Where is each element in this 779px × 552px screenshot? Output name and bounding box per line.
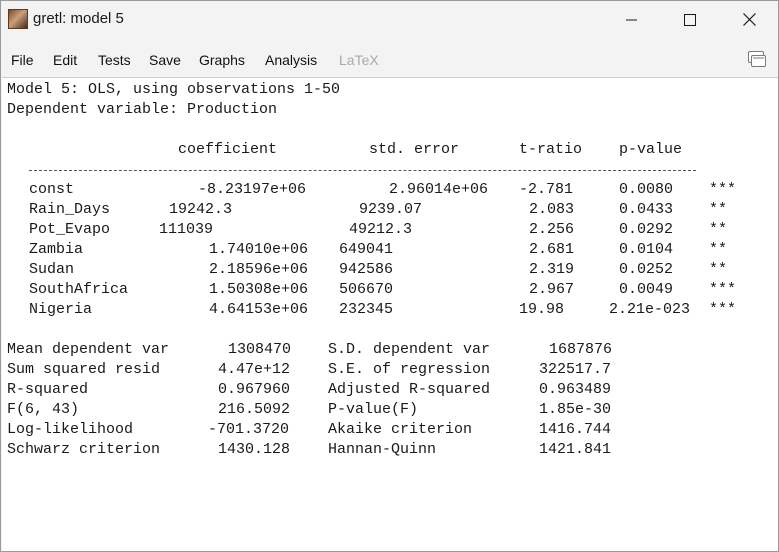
menu-save[interactable]: Save <box>149 52 181 68</box>
stat-value: 216.5092 <box>218 401 291 418</box>
coef-value: 2.18596e+06 <box>209 261 309 278</box>
stat-value: 0.963489 <box>539 381 612 398</box>
p-value: 0.0080 <box>619 181 674 198</box>
stat-label: F(6, 43) <box>7 401 80 418</box>
minimize-icon <box>626 19 637 20</box>
se-value: 9239.07 <box>359 201 423 218</box>
stat-label: Schwarz criterion <box>7 441 161 458</box>
stat-label: Adjusted R-squared <box>328 381 491 398</box>
t-value: 2.967 <box>529 281 575 298</box>
stat-value: 1308470 <box>228 341 292 358</box>
column-std-error: std. error <box>369 141 460 158</box>
se-value: 942586 <box>339 261 394 278</box>
coef-value: 1.50308e+06 <box>209 281 309 298</box>
stat-label: Mean dependent var <box>7 341 170 358</box>
menu-latex: LaTeX <box>339 52 379 68</box>
menu-graphs[interactable]: Graphs <box>199 52 245 68</box>
maximize-icon <box>684 13 696 26</box>
signif-stars: *** <box>709 181 737 198</box>
stat-value: 4.47e+12 <box>218 361 291 378</box>
stat-value: 0.967960 <box>218 381 291 398</box>
t-value: 2.319 <box>529 261 575 278</box>
stat-label: Hannan-Quinn <box>328 441 437 458</box>
t-value: 2.083 <box>529 201 575 218</box>
stat-value: 1.85e-30 <box>539 401 612 418</box>
var-name: Sudan <box>29 261 75 278</box>
se-value: 2.96014e+06 <box>389 181 489 198</box>
table-divider <box>29 170 696 171</box>
se-value: 506670 <box>339 281 394 298</box>
model-output[interactable]: Model 5: OLS, using observations 1-50 De… <box>2 77 778 551</box>
t-value: 2.681 <box>529 241 575 258</box>
close-icon <box>742 13 756 26</box>
stat-value: -701.3720 <box>208 421 290 438</box>
t-value: 2.256 <box>529 221 575 238</box>
var-name: SouthAfrica <box>29 281 129 298</box>
stat-label: R-squared <box>7 381 89 398</box>
column-p-value: p-value <box>619 141 683 158</box>
stat-label: S.E. of regression <box>328 361 491 378</box>
stat-value: 322517.7 <box>539 361 612 378</box>
t-value: -2.781 <box>519 181 574 198</box>
var-name: Nigeria <box>29 301 93 318</box>
var-name: Zambia <box>29 241 84 258</box>
p-value: 0.0104 <box>619 241 674 258</box>
var-name: Rain_Days <box>29 201 111 218</box>
signif-stars: ** <box>709 261 728 278</box>
stat-value: 1687876 <box>549 341 613 358</box>
se-value: 49212.3 <box>349 221 413 238</box>
signif-stars: ** <box>709 241 728 258</box>
gretl-app-icon <box>8 9 28 29</box>
column-coefficient: coefficient <box>178 141 278 158</box>
stat-label: Akaike criterion <box>328 421 473 438</box>
p-value: 0.0433 <box>619 201 674 218</box>
coef-value: 111039 <box>159 221 214 238</box>
p-value: 2.21e-023 <box>609 301 691 318</box>
model-window: gretl: model 5 File Edit Tests Save Grap… <box>0 0 779 552</box>
menu-bar: File Edit Tests Save Graphs Analysis LaT… <box>1 45 778 75</box>
copy-windows-icon[interactable] <box>747 50 767 68</box>
signif-stars: ** <box>709 221 728 238</box>
stat-label: Sum squared resid <box>7 361 161 378</box>
minimize-button[interactable] <box>609 1 655 38</box>
stat-label: Log-likelihood <box>7 421 134 438</box>
stat-value: 1421.841 <box>539 441 612 458</box>
p-value: 0.0252 <box>619 261 674 278</box>
menu-edit[interactable]: Edit <box>53 52 77 68</box>
se-value: 232345 <box>339 301 394 318</box>
maximize-button[interactable] <box>667 1 713 38</box>
stat-value: 1430.128 <box>218 441 291 458</box>
output-header-model: Model 5: OLS, using observations 1-50 <box>7 81 341 98</box>
var-name: const <box>29 181 75 198</box>
p-value: 0.0049 <box>619 281 674 298</box>
column-t-ratio: t-ratio <box>519 141 583 158</box>
window-title: gretl: model 5 <box>33 10 124 27</box>
coef-value: 1.74010e+06 <box>209 241 309 258</box>
t-value: 19.98 <box>519 301 565 318</box>
coef-value: 4.64153e+06 <box>209 301 309 318</box>
stat-label: S.D. dependent var <box>328 341 491 358</box>
stat-value: 1416.744 <box>539 421 612 438</box>
title-bar[interactable]: gretl: model 5 <box>1 1 778 38</box>
coef-value: -8.23197e+06 <box>198 181 307 198</box>
menu-file[interactable]: File <box>11 52 34 68</box>
output-header-dependent: Dependent variable: Production <box>7 101 278 118</box>
p-value: 0.0292 <box>619 221 674 238</box>
signif-stars: *** <box>709 281 737 298</box>
signif-stars: ** <box>709 201 728 218</box>
coef-value: 19242.3 <box>169 201 233 218</box>
se-value: 649041 <box>339 241 394 258</box>
stat-label: P-value(F) <box>328 401 419 418</box>
menu-analysis[interactable]: Analysis <box>265 52 317 68</box>
var-name: Pot_Evapo <box>29 221 111 238</box>
close-button[interactable] <box>726 1 772 38</box>
signif-stars: *** <box>709 301 737 318</box>
menu-tests[interactable]: Tests <box>98 52 131 68</box>
